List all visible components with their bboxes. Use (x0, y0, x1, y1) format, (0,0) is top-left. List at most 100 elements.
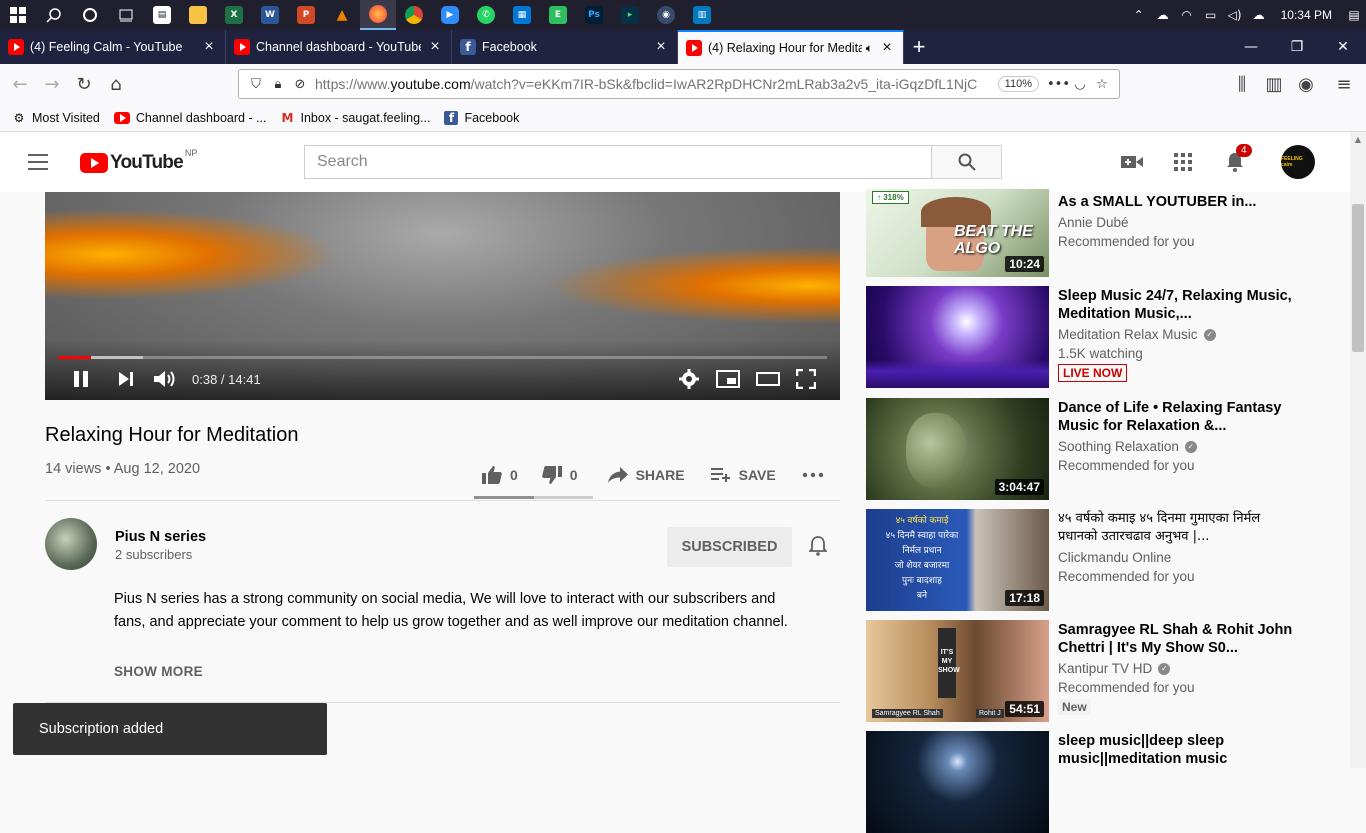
recommendation-channel[interactable]: Kantipur TV HD ✓ (1058, 661, 1298, 676)
page-actions-icon[interactable]: ••• (1047, 77, 1070, 92)
bookmark-star-icon[interactable]: ☆ (1091, 77, 1113, 92)
pocket-icon[interactable]: ◡ (1069, 77, 1091, 92)
task-view-icon[interactable] (114, 3, 138, 27)
minimize-icon[interactable]: — (1228, 30, 1274, 64)
zoom-level[interactable]: 110% (997, 76, 1039, 92)
recommendation-item[interactable]: ↑ 318% BEAT THE ALGO 10:24 As a SMALL YO… (866, 175, 1336, 277)
scroll-up-arrow-icon[interactable]: ▲ (1350, 132, 1366, 148)
apps-grid-icon[interactable] (1171, 150, 1195, 174)
vlc-icon[interactable]: ▲ (330, 3, 354, 27)
scrollbar-thumb[interactable] (1352, 204, 1364, 352)
firefox-icon[interactable] (360, 0, 396, 30)
shield-icon[interactable]: ⛉ (245, 77, 267, 92)
store-icon[interactable]: ▤ (150, 3, 174, 27)
calendar-icon[interactable]: ▦ (510, 3, 534, 27)
recommendation-channel[interactable]: Meditation Relax Music ✓ (1058, 327, 1298, 342)
browser-tab-feeling-calm[interactable]: (4) Feeling Calm - YouTube × (0, 30, 226, 64)
video-thumbnail[interactable] (866, 731, 1049, 833)
bookmark-facebook[interactable]: f Facebook (444, 110, 519, 125)
sidebar-icon[interactable]: ▥ (1258, 68, 1290, 100)
more-options-icon[interactable] (802, 472, 832, 478)
android-studio-icon[interactable]: ▸ (618, 3, 642, 27)
pause-button[interactable] (73, 368, 89, 390)
channel-avatar[interactable] (45, 518, 97, 570)
recommendation-item[interactable]: Sleep Music 24/7, Relaxing Music, Medita… (866, 286, 1336, 388)
file-explorer-icon[interactable] (186, 3, 210, 27)
home-icon[interactable]: ⌂ (100, 68, 132, 100)
new-tab-button[interactable]: + (904, 30, 934, 64)
bookmark-channel-dashboard[interactable]: Channel dashboard - ... (113, 111, 267, 125)
battery-icon[interactable]: ▭ (1202, 3, 1220, 27)
save-button[interactable]: SAVE (710, 467, 776, 483)
progress-bar[interactable] (58, 356, 827, 359)
page-scrollbar[interactable]: ▲ (1350, 132, 1366, 768)
zoom-icon[interactable]: ▶ (438, 3, 462, 27)
channel-name[interactable]: Pius N series (115, 529, 206, 545)
recommendation-title[interactable]: Samragyee RL Shah & Rohit John Chettri |… (1058, 621, 1298, 657)
show-more-button[interactable]: SHOW MORE (114, 664, 203, 679)
notification-bell-icon[interactable] (806, 534, 830, 558)
recommendation-channel[interactable]: Annie Dubé (1058, 215, 1298, 230)
powerpoint-icon[interactable]: P (294, 3, 318, 27)
evernote-icon[interactable]: E (546, 3, 570, 27)
search-button[interactable] (931, 145, 1002, 179)
library-icon[interactable]: ⫼ (1226, 68, 1258, 100)
video-thumbnail[interactable]: ↑ 318% BEAT THE ALGO 10:24 (866, 189, 1049, 277)
speaker-icon[interactable]: 🔈︎ (866, 41, 873, 56)
recommendation-item[interactable]: ४५ वर्षको कमाई ४५ दिनमै स्वाहा पारेका नि… (866, 509, 1336, 611)
word-icon[interactable]: W (258, 3, 282, 27)
subscribed-button[interactable]: SUBSCRIBED (667, 527, 792, 567)
lock-icon[interactable]: 🔒︎ (267, 77, 289, 92)
next-button[interactable] (118, 368, 134, 390)
recommendation-item[interactable]: IT'S MY SHOW Samragyee RL Shah Rohit J 5… (866, 620, 1336, 722)
settings-gear-icon[interactable] (679, 368, 699, 390)
video-thumbnail[interactable] (866, 286, 1049, 388)
menu-icon[interactable]: ≡ (1328, 68, 1360, 100)
photoshop-icon[interactable]: Ps (582, 3, 606, 27)
notifications-bell-icon[interactable]: 4 (1223, 144, 1252, 174)
bookmark-most-visited[interactable]: ⚙ Most Visited (12, 111, 100, 125)
url-bar[interactable]: ⛉ 🔒︎ ⊘ https://www.youtube.com/watch?v=e… (238, 69, 1120, 99)
fullscreen-icon[interactable] (796, 368, 816, 390)
url-text[interactable]: https://www.youtube.com/watch?v=eKKm7IR-… (315, 76, 990, 92)
close-icon[interactable]: × (201, 38, 217, 56)
close-icon[interactable]: × (653, 38, 669, 56)
search-input[interactable]: Search (304, 145, 932, 179)
video-player[interactable]: 0:38 / 14:41 (45, 192, 840, 400)
trello-icon[interactable]: ▥ (690, 3, 714, 27)
volume-button[interactable] (153, 368, 177, 390)
recommendation-channel[interactable]: Soothing Relaxation ✓ (1058, 439, 1298, 454)
onedrive-icon[interactable]: ☁ (1250, 3, 1268, 27)
chevron-up-icon[interactable]: ⌃ (1130, 3, 1148, 27)
share-button[interactable]: SHARE (607, 467, 685, 483)
youtube-logo[interactable]: YouTube NP (80, 148, 197, 174)
close-icon[interactable]: × (879, 39, 895, 57)
autoplay-blocked-icon[interactable]: ⊘ (289, 77, 311, 92)
chrome-icon[interactable] (402, 3, 426, 27)
recommendation-title[interactable]: ४५ वर्षको कमाइ ४५ दिनमा गुमाएका निर्मल प… (1058, 510, 1298, 546)
browser-tab-relaxing-hour[interactable]: (4) Relaxing Hour for Meditation 🔈︎ × (678, 30, 904, 64)
notifications-icon[interactable]: ▤ (1345, 3, 1363, 27)
restore-icon[interactable]: ❐ (1274, 30, 1320, 64)
hamburger-menu-icon[interactable] (28, 154, 48, 170)
whatsapp-icon[interactable]: ✆ (474, 3, 498, 27)
volume-icon[interactable]: ◁) (1226, 3, 1244, 27)
video-thumbnail[interactable]: 3:04:47 (866, 398, 1049, 500)
close-icon[interactable]: × (427, 38, 443, 56)
browser-app-icon[interactable]: ◉ (654, 3, 678, 27)
window-close-icon[interactable]: ✕ (1320, 30, 1366, 64)
account-icon[interactable]: ◉ (1290, 68, 1322, 100)
cloud-icon[interactable]: ☁ (1154, 3, 1172, 27)
create-video-icon[interactable] (1120, 150, 1144, 174)
recommendation-item[interactable]: 3:04:47 Dance of Life • Relaxing Fantasy… (866, 398, 1336, 500)
cortana-icon[interactable] (78, 3, 102, 27)
video-thumbnail[interactable]: IT'S MY SHOW Samragyee RL Shah Rohit J 5… (866, 620, 1049, 722)
browser-tab-channel-dashboard[interactable]: Channel dashboard - YouTube × (226, 30, 452, 64)
theater-mode-icon[interactable] (756, 368, 780, 390)
recommendation-title[interactable]: sleep music||deep sleep music||meditatio… (1058, 732, 1298, 768)
start-button[interactable] (6, 3, 30, 27)
recommendation-title[interactable]: Dance of Life • Relaxing Fantasy Music f… (1058, 399, 1298, 435)
video-thumbnail[interactable]: ४५ वर्षको कमाई ४५ दिनमै स्वाहा पारेका नि… (866, 509, 1049, 611)
back-arrow-icon[interactable]: ← (4, 68, 36, 100)
recommendation-channel[interactable]: Clickmandu Online (1058, 550, 1298, 565)
